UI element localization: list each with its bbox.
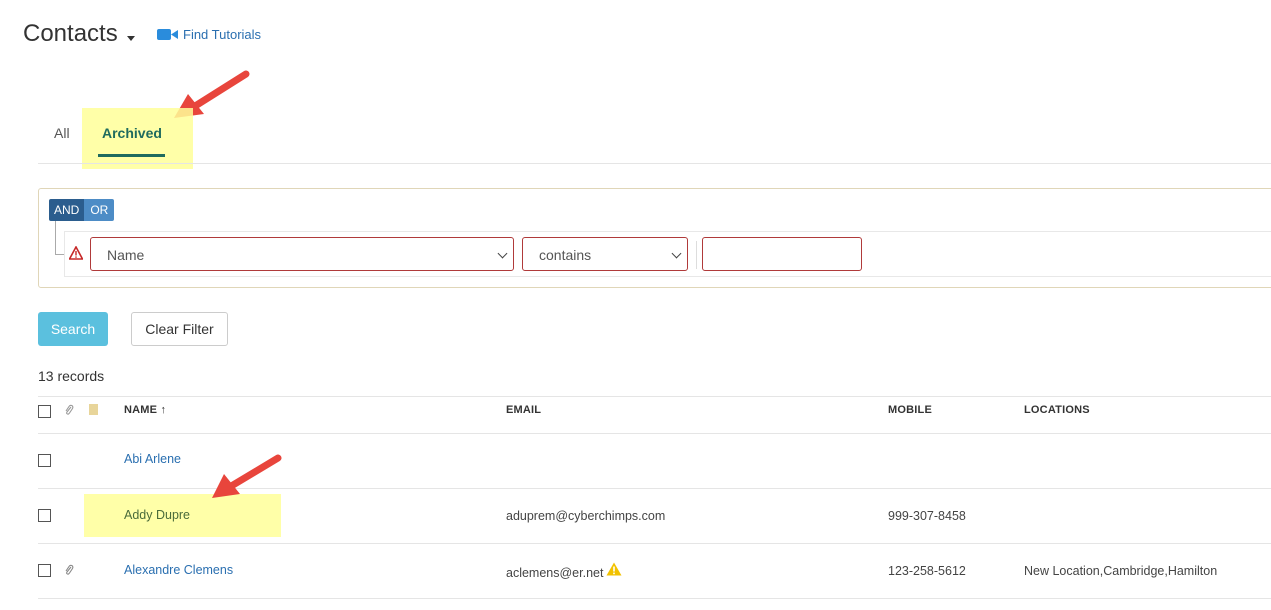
clear-filter-button[interactable]: Clear Filter xyxy=(131,312,228,346)
header-bottom-border xyxy=(38,433,1271,434)
field-select-value: Name xyxy=(107,247,145,263)
chevron-down-icon xyxy=(671,248,682,259)
title-dropdown-caret-icon[interactable] xyxy=(127,36,135,41)
note-icon xyxy=(89,404,98,415)
search-button[interactable]: Search xyxy=(38,312,108,346)
and-button[interactable]: AND xyxy=(49,199,85,221)
row-checkbox[interactable] xyxy=(38,564,51,577)
row-divider xyxy=(38,543,1271,544)
and-or-toggle[interactable]: AND OR xyxy=(49,199,115,221)
column-header-email[interactable]: EMAIL xyxy=(506,404,541,416)
contact-name-link[interactable]: Abi Arlene xyxy=(124,452,181,466)
paperclip-icon xyxy=(65,404,74,415)
find-tutorials-label: Find Tutorials xyxy=(183,27,262,42)
contact-email: aduprem@cyberchimps.com xyxy=(506,509,666,523)
field-select[interactable]: Name xyxy=(90,237,514,271)
contact-mobile: 123-258-5612 xyxy=(888,564,966,578)
or-button[interactable]: OR xyxy=(84,199,115,221)
active-tab-underline xyxy=(98,154,165,157)
column-header-name[interactable]: NAME ↑ xyxy=(124,404,166,416)
warning-icon xyxy=(606,562,622,576)
rule-separator xyxy=(696,241,697,269)
tab-all[interactable]: All xyxy=(54,125,70,141)
operator-select[interactable]: contains xyxy=(522,237,688,271)
contact-mobile: 999-307-8458 xyxy=(888,509,966,523)
table-top-border xyxy=(38,396,1271,397)
filter-value-input[interactable] xyxy=(702,237,862,271)
operator-select-value: contains xyxy=(539,247,592,263)
paperclip-icon[interactable] xyxy=(64,564,74,576)
row-divider xyxy=(38,598,1271,599)
contact-email: aclemens@er.net xyxy=(506,566,604,580)
tab-archived[interactable]: Archived xyxy=(102,125,162,141)
contact-locations: New Location,Cambridge,Hamilton xyxy=(1024,564,1218,578)
find-tutorials-link[interactable]: Find Tutorials xyxy=(157,27,261,42)
contact-name-link[interactable]: Alexandre Clemens xyxy=(124,563,233,577)
chevron-down-icon xyxy=(497,248,508,259)
tabs-divider xyxy=(38,163,1271,164)
row-checkbox[interactable] xyxy=(38,454,51,467)
annotation-arrow-icon xyxy=(212,454,282,498)
video-camera-icon xyxy=(157,28,178,41)
column-header-locations[interactable]: LOCATIONS xyxy=(1024,404,1090,416)
contact-name-link[interactable]: Addy Dupre xyxy=(124,508,190,522)
error-warning-icon xyxy=(69,246,83,260)
row-checkbox[interactable] xyxy=(38,509,51,522)
column-header-mobile[interactable]: MOBILE xyxy=(888,404,932,416)
page-title: Contacts xyxy=(23,20,118,47)
select-all-checkbox[interactable] xyxy=(38,405,51,418)
records-count: 13 records xyxy=(38,368,105,384)
